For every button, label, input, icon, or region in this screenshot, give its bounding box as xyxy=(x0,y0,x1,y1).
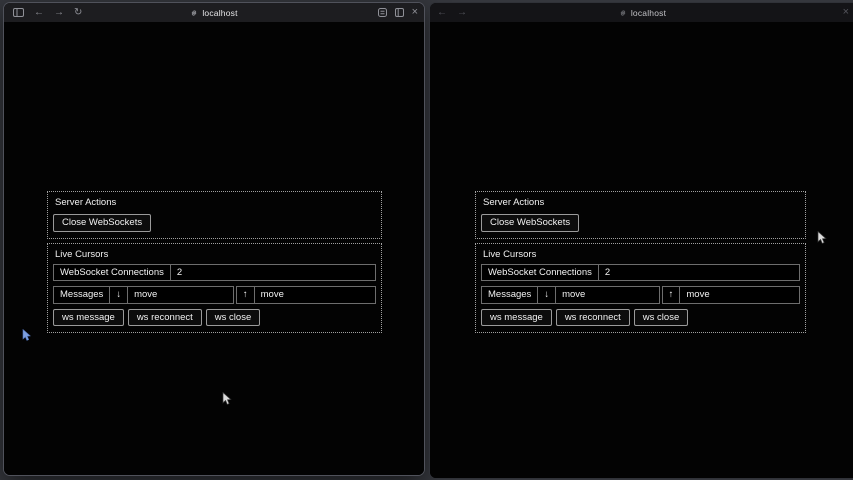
messages-label: Messages xyxy=(482,287,538,303)
messages-down-value: move xyxy=(556,287,659,303)
ws-close-button[interactable]: ws close xyxy=(634,309,688,327)
page-content: Server Actions Close WebSockets Live Cur… xyxy=(4,22,424,475)
close-icon[interactable]: × xyxy=(843,7,849,18)
messages-up-readout: ↑ move xyxy=(236,286,376,304)
page-content: Server Actions Close WebSockets Live Cur… xyxy=(430,22,853,478)
connections-readout: WebSocket Connections 2 xyxy=(53,264,376,282)
connections-value: 2 xyxy=(171,265,375,281)
live-cursors-label: Live Cursors xyxy=(55,249,376,260)
browser-window-left: ← → ↻ localhost × Server Actions Close W… xyxy=(3,2,425,476)
url-text: localhost xyxy=(202,8,237,18)
titlebar[interactable]: ← → ↻ localhost × xyxy=(4,3,424,22)
close-websockets-button[interactable]: Close WebSockets xyxy=(481,214,579,232)
ws-reconnect-button[interactable]: ws reconnect xyxy=(128,309,202,327)
messages-up-value: move xyxy=(680,287,799,303)
link-icon xyxy=(619,9,627,17)
remote-cursor-blue xyxy=(22,329,31,342)
messages-up-value: move xyxy=(255,287,375,303)
ws-close-button[interactable]: ws close xyxy=(206,309,260,327)
browser-window-right: ← → localhost × Server Actions Close Web… xyxy=(429,2,853,479)
connections-value: 2 xyxy=(599,265,799,281)
close-icon[interactable]: × xyxy=(412,7,418,18)
close-websockets-button[interactable]: Close WebSockets xyxy=(53,214,151,232)
down-arrow-icon: ↓ xyxy=(538,287,556,303)
link-icon xyxy=(190,9,198,17)
up-arrow-icon: ↑ xyxy=(237,287,255,303)
server-actions-label: Server Actions xyxy=(55,197,376,208)
server-actions-group: Server Actions Close WebSockets xyxy=(47,191,382,239)
pointer-cursor xyxy=(222,392,232,406)
live-cursors-label: Live Cursors xyxy=(483,249,800,260)
connections-readout: WebSocket Connections 2 xyxy=(481,264,800,282)
messages-down-value: move xyxy=(128,287,233,303)
up-arrow-icon: ↑ xyxy=(663,287,681,303)
address-bar[interactable]: localhost xyxy=(4,3,424,22)
messages-up-readout: ↑ move xyxy=(662,286,800,304)
titlebar[interactable]: ← → localhost × xyxy=(430,3,853,22)
live-cursors-group: Live Cursors WebSocket Connections 2 Mes… xyxy=(47,243,382,334)
server-actions-label: Server Actions xyxy=(483,197,800,208)
address-bar[interactable]: localhost xyxy=(430,3,853,22)
pointer-cursor xyxy=(817,231,827,245)
messages-down-readout: Messages ↓ move xyxy=(481,286,660,304)
messages-label: Messages xyxy=(54,287,110,303)
messages-down-readout: Messages ↓ move xyxy=(53,286,234,304)
down-arrow-icon: ↓ xyxy=(110,287,128,303)
ws-reconnect-button[interactable]: ws reconnect xyxy=(556,309,630,327)
url-text: localhost xyxy=(631,8,666,18)
connections-label: WebSocket Connections xyxy=(482,265,599,281)
split-view-icon[interactable] xyxy=(395,8,404,17)
connections-label: WebSocket Connections xyxy=(54,265,171,281)
server-actions-group: Server Actions Close WebSockets xyxy=(475,191,806,239)
reader-mode-icon[interactable] xyxy=(378,8,387,17)
live-cursors-group: Live Cursors WebSocket Connections 2 Mes… xyxy=(475,243,806,334)
ws-message-button[interactable]: ws message xyxy=(481,309,552,327)
ws-message-button[interactable]: ws message xyxy=(53,309,124,327)
